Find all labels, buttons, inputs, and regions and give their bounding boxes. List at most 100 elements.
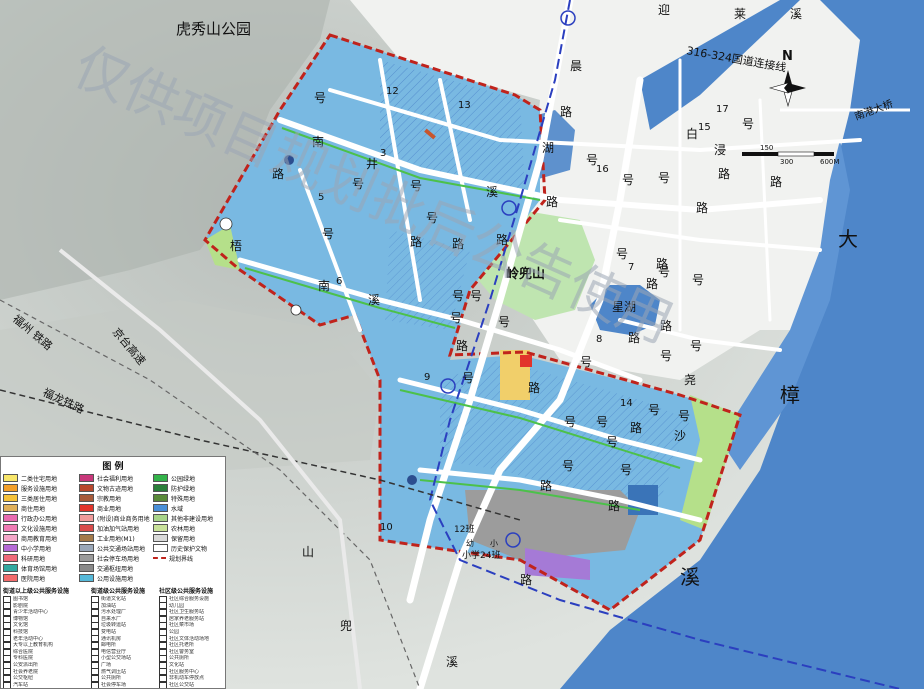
- facility-item: 老年活动中心: [3, 635, 91, 643]
- road-name-char: 号: [498, 315, 510, 329]
- legend-item: 历史保护文物: [153, 543, 225, 553]
- legend-item: [153, 563, 225, 573]
- facility-symbol-icon: [91, 642, 99, 649]
- facility-symbol-icon: [159, 675, 167, 682]
- road-name-char: 溪: [790, 7, 802, 21]
- legend-item: 二类住宅用地: [3, 473, 79, 483]
- facility-symbol-icon: [91, 681, 99, 688]
- section-title-1: 街道以上级公共服务设施: [3, 588, 70, 595]
- road-name-char: 号: [470, 289, 482, 303]
- legend-item: 商用教育用地: [3, 533, 79, 543]
- facility-item: 图书馆: [3, 596, 91, 603]
- facility-symbol-icon: [159, 668, 167, 676]
- facility-symbol-icon: [91, 675, 99, 682]
- facility-label: 影剧院: [13, 602, 29, 609]
- legend-label: 文化设施用地: [21, 525, 58, 533]
- legend-label: 体育场馆用地: [21, 565, 58, 573]
- facility-label: 文化馆: [13, 622, 29, 629]
- facility-symbol-icon: [159, 661, 167, 669]
- legend-label: 保留用地: [171, 535, 196, 543]
- road-name-char: 湖: [542, 140, 554, 155]
- facility-item: 居家养老服务站: [159, 615, 225, 623]
- facility-item: 公共厕所: [159, 655, 225, 662]
- road-name-char: 号: [596, 415, 608, 429]
- facility-symbol-icon: [3, 596, 11, 603]
- facility-label: 社区文体活动场地: [169, 635, 210, 642]
- legend-swatch: [79, 524, 94, 532]
- facility-label: 公交枢纽: [13, 675, 34, 682]
- road-name-char: 山: [302, 545, 314, 559]
- legend-label: 社会福利用地: [97, 475, 134, 483]
- legend-item: 文物古迹用地: [79, 483, 153, 493]
- legend-label: 交通枢纽用地: [97, 565, 134, 573]
- facility-item: 博物馆: [3, 615, 91, 623]
- facility-item: 公交枢纽: [3, 675, 91, 682]
- facility-icon-2: [290, 304, 302, 316]
- legend-swatch: [79, 504, 94, 512]
- facility-item: 科技馆: [3, 628, 91, 636]
- facility-label: 图书馆: [13, 596, 29, 602]
- facility-symbol-icon: [159, 609, 167, 616]
- legend-item: 公共交通场站用地: [79, 543, 153, 553]
- facility-symbol-icon: [3, 675, 11, 682]
- facility-label: 幼儿园: [169, 602, 185, 609]
- road-name-char: 号: [622, 173, 634, 187]
- road-name-char: 溪: [446, 655, 458, 669]
- facility-column-2: 街道文化站 加油站 污水处理厂 自来水厂 垃圾转运站 变电站 通讯机房 邮电所 电信营业厅 小型公…: [91, 596, 159, 688]
- legend-swatch: [3, 544, 18, 552]
- legend-swatch: [153, 514, 168, 522]
- facility-label: 汽车站: [13, 681, 29, 688]
- river-label-da: 大: [838, 227, 858, 251]
- road-number: 8: [596, 334, 602, 345]
- facility-symbol-icon: [3, 648, 11, 656]
- legend-swatch: [3, 484, 18, 492]
- facility-symbol-icon: [91, 602, 99, 610]
- road-name-char: 迎: [658, 3, 670, 17]
- facility-symbol-icon: [91, 661, 99, 669]
- river-label-xi: 溪: [680, 565, 700, 589]
- legend-title: 图 例: [102, 462, 124, 472]
- legend-label: 特殊用地: [171, 495, 196, 503]
- facility-label: 社区服务中心: [169, 668, 200, 675]
- legend-swatch: [3, 564, 18, 572]
- legend-item: 公园绿地: [153, 473, 225, 483]
- facility-symbol-icon: [159, 615, 167, 623]
- facility-item: 社区公交站: [159, 681, 225, 688]
- facility-label: 街道文化站: [101, 596, 127, 602]
- legend-item: 医院用地: [3, 573, 79, 583]
- facility-symbol-icon: [159, 655, 167, 662]
- scale-label-150: 150: [760, 144, 773, 152]
- road-name-char: 号: [690, 339, 702, 353]
- legend-item: 防护绿地: [153, 483, 225, 493]
- road-name-char: 路: [520, 572, 532, 587]
- road-name-char: 路: [718, 166, 730, 181]
- facility-label: 社区菜市场: [169, 622, 195, 629]
- legend-label: 水域: [171, 505, 184, 513]
- road-name-char: 号: [322, 227, 334, 241]
- facility-column-1: 图书馆 影剧院 青少年活动中心 博物馆 文化馆 科技馆 老年活动中心 大专以上教育机构 综合医院…: [3, 596, 91, 688]
- facility-item: 社区文体活动场地: [159, 635, 225, 643]
- school-label-3: 小: [490, 539, 498, 548]
- facility-symbol-icon: [159, 635, 167, 643]
- legend-label: 商住用地: [21, 505, 46, 513]
- road-name-char: 兜: [340, 618, 352, 633]
- legend-swatch: [3, 534, 18, 542]
- scale-label-300: 300: [780, 158, 793, 166]
- legend-item: 水域: [153, 503, 225, 513]
- legend-swatch: [3, 474, 18, 482]
- road-name-char: 路: [528, 380, 540, 395]
- facility-label: 博物馆: [13, 615, 29, 622]
- facility-label: 社区托老所: [169, 642, 195, 649]
- facility-item: 文化站: [159, 661, 225, 669]
- facility-symbol-icon: [3, 668, 11, 676]
- legend-label: 公用设施用地: [97, 575, 134, 583]
- legend-item: 社会福利用地: [79, 473, 153, 483]
- facility-symbol-icon: [159, 602, 167, 610]
- legend-swatch: [3, 554, 18, 562]
- road-name-char: 浸: [714, 143, 726, 157]
- road-name-char: 溪: [486, 185, 498, 199]
- legend-item: 其他非建设用地: [153, 513, 225, 523]
- legend-label: 商用教育用地: [21, 535, 58, 543]
- legend-item: [153, 573, 225, 583]
- facility-symbol-icon: [3, 681, 11, 688]
